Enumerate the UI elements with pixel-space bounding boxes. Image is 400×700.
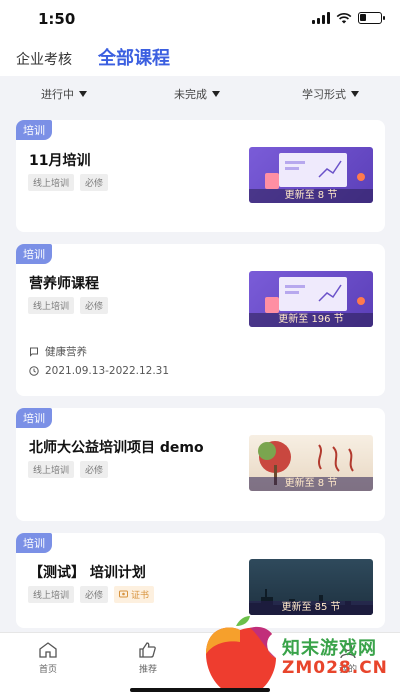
update-caption: 更新至 8 节 <box>249 477 373 491</box>
nav-home-label: 首页 <box>38 665 57 675</box>
top-tabs: 企业考核 全部课程 <box>0 40 400 76</box>
nav-recommend[interactable]: 推荐 <box>138 641 158 675</box>
course-title: 北师大公益培训项目 demo <box>29 440 204 456</box>
watermark-text-url: ZM028.CN <box>282 658 388 678</box>
course-thumbnail: 更新至 85 节 <box>249 559 373 615</box>
course-chips: 线上培训 必修 <box>28 174 109 191</box>
chip-online: 线上培训 <box>28 586 75 603</box>
home-indicator <box>130 688 270 692</box>
course-card[interactable]: 培训 11月培训 线上培训 必修 更新至 8 节 <box>16 120 385 232</box>
course-title: 营养师课程 <box>29 276 99 292</box>
course-card[interactable]: 培训 北师大公益培训项目 demo 线上培训 必修 更新至 8 节 <box>16 408 385 521</box>
filter-completion[interactable]: 未完成 <box>174 86 220 102</box>
course-thumbnail: 更新至 8 节 <box>249 147 373 203</box>
update-caption: 更新至 196 节 <box>249 313 373 327</box>
nav-home[interactable]: 首页 <box>38 641 58 675</box>
filter-bar: 进行中 未完成 学习形式 <box>0 80 400 108</box>
caret-down-icon <box>351 91 359 97</box>
thumbs-up-icon <box>139 642 156 658</box>
course-tag: 培训 <box>16 408 52 428</box>
watermark-text-cn: 知末游戏网 <box>282 638 377 659</box>
caret-down-icon <box>212 91 220 97</box>
chip-required: 必修 <box>80 586 109 603</box>
clock-icon <box>29 366 39 376</box>
course-title: 【测试】 培训计划 <box>29 565 146 581</box>
chip-certificate: 证书 <box>114 586 155 603</box>
nav-recommend-label: 推荐 <box>138 665 157 675</box>
course-thumbnail: 更新至 196 节 <box>249 271 373 327</box>
filter-progress-label: 进行中 <box>41 88 74 101</box>
status-time: 1:50 <box>38 10 76 28</box>
filter-completion-label: 未完成 <box>174 88 207 101</box>
chip-online: 线上培训 <box>28 174 75 191</box>
course-title: 11月培训 <box>29 153 91 169</box>
status-icons <box>312 12 385 24</box>
chip-online: 线上培训 <box>28 461 75 478</box>
course-category-label: 健康营养 <box>45 346 87 358</box>
chip-online: 线上培训 <box>28 297 75 314</box>
chip-certificate-label: 证书 <box>131 591 150 601</box>
tab-all-courses[interactable]: 全部课程 <box>98 44 170 70</box>
certificate-icon <box>119 590 129 598</box>
course-date: 2021.09.13-2022.12.31 <box>29 365 169 377</box>
chip-required: 必修 <box>80 461 109 478</box>
signal-icon <box>312 12 330 24</box>
wifi-icon <box>336 12 352 24</box>
course-chips: 线上培训 必修 证书 <box>28 586 155 603</box>
course-tag: 培训 <box>16 120 52 140</box>
update-caption: 更新至 8 节 <box>249 189 373 203</box>
home-icon <box>39 642 57 658</box>
course-category: 健康营养 <box>29 344 87 359</box>
course-date-range: 2021.09.13-2022.12.31 <box>45 365 170 377</box>
course-card[interactable]: 培训 营养师课程 线上培训 必修 更新至 196 节 健康营养 2021.09.… <box>16 244 385 396</box>
chip-required: 必修 <box>80 297 109 314</box>
tab-enterprise-assessment[interactable]: 企业考核 <box>16 49 72 69</box>
course-chips: 线上培训 必修 <box>28 297 109 314</box>
filter-format-label: 学习形式 <box>302 88 346 101</box>
filter-progress[interactable]: 进行中 <box>41 86 87 102</box>
course-thumbnail: 更新至 8 节 <box>249 435 373 491</box>
chip-required: 必修 <box>80 174 109 191</box>
filter-format[interactable]: 学习形式 <box>302 86 359 102</box>
battery-icon <box>358 12 385 24</box>
course-chips: 线上培训 必修 <box>28 461 109 478</box>
course-tag: 培训 <box>16 244 52 264</box>
status-bar: 1:50 <box>0 0 400 40</box>
flag-icon <box>30 347 38 357</box>
caret-down-icon <box>79 91 87 97</box>
course-tag: 培训 <box>16 533 52 553</box>
